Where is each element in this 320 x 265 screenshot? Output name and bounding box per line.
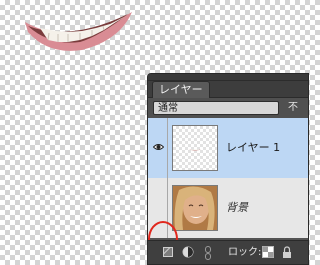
smile-cutout-image bbox=[25, 12, 132, 51]
lock-all-icon[interactable] bbox=[282, 246, 292, 259]
portrait-thumbnail-icon bbox=[173, 186, 217, 230]
blend-mode-select[interactable]: 通常 bbox=[153, 101, 279, 115]
lock-label: ロック: bbox=[228, 247, 262, 258]
layer-name[interactable]: レイヤー 1 bbox=[226, 118, 280, 178]
lock-transparency-icon[interactable] bbox=[262, 246, 274, 258]
visibility-toggle-empty[interactable] bbox=[148, 178, 168, 238]
layer-row-background[interactable]: 背景 bbox=[148, 178, 308, 238]
panel-tab-row: レイヤー bbox=[148, 81, 308, 98]
visibility-toggle[interactable] bbox=[148, 118, 168, 178]
layer-row-layer-1[interactable]: レイヤー 1 bbox=[148, 118, 308, 178]
layer-thumbnail[interactable] bbox=[172, 125, 218, 171]
layer-thumbnail[interactable] bbox=[172, 185, 218, 231]
panel-titlebar[interactable] bbox=[148, 74, 308, 81]
adjustment-layer-icon[interactable] bbox=[182, 246, 194, 258]
panel-bottom-bar: ロック: bbox=[148, 240, 308, 264]
blend-mode-row: 通常 不 bbox=[148, 98, 308, 118]
layer-list: レイヤー 1 背景 bbox=[148, 118, 308, 257]
layers-panel: レイヤー 通常 不 レイヤー 1 背景 ロック: bbox=[147, 73, 309, 265]
link-icon[interactable] bbox=[204, 246, 212, 260]
opacity-label: 不 bbox=[288, 102, 298, 113]
layer-name[interactable]: 背景 bbox=[226, 178, 248, 238]
mouth-thumbnail-icon bbox=[189, 149, 201, 151]
tab-layers[interactable]: レイヤー bbox=[152, 81, 210, 98]
new-layer-icon[interactable] bbox=[162, 246, 174, 258]
eye-icon[interactable] bbox=[153, 143, 164, 151]
